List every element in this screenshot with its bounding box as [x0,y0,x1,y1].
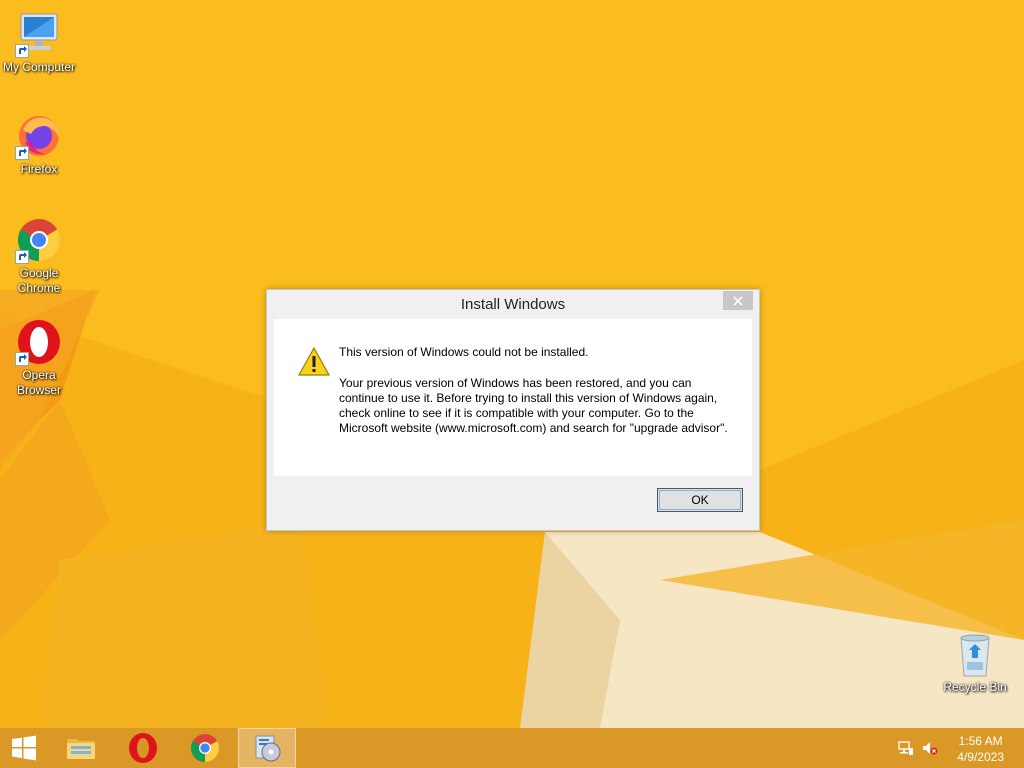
desktop-icon-label: Recycle Bin [943,680,1007,694]
opera-icon [129,733,157,763]
start-button[interactable] [0,728,48,768]
dialog-titlebar[interactable]: Install Windows [267,290,759,319]
clock-date: 4/9/2023 [957,750,1004,764]
desktop-icon-google-chrome[interactable]: Google Chrome [0,216,78,296]
shortcut-arrow-icon [15,146,29,160]
shortcut-arrow-icon [15,250,29,264]
setup-icon [255,735,281,762]
network-icon[interactable] [898,740,914,756]
taskbar: 1:56 AM 4/9/2023 [0,728,1024,768]
desktop-icon-label: Firefox [20,162,58,176]
ok-button[interactable]: OK [657,488,743,512]
desktop-icon-label: Google Chrome [17,266,61,295]
install-windows-dialog: Install Windows This version of Windows … [266,289,760,531]
main-instruction-text: This version of Windows could not be ins… [339,345,589,359]
volume-muted-icon[interactable] [922,740,938,756]
windows-logo-icon [12,735,36,761]
clock-time: 1:56 AM [958,734,1003,748]
desktop-icon-label: My Computer [2,60,76,74]
dialog-title: Install Windows [460,296,566,313]
desktop-icon-recycle-bin[interactable]: Recycle Bin [936,630,1014,695]
dialog-content: This version of Windows could not be ins… [274,319,752,476]
recycle-bin-icon [960,634,990,677]
close-icon [733,295,743,306]
folder-icon [67,739,95,759]
desktop-icon-my-computer[interactable]: My Computer [0,10,78,75]
warning-icon [298,347,330,376]
shortcut-arrow-icon [15,44,29,58]
desktop-icon-firefox[interactable]: Firefox [0,112,78,177]
taskbar-setup[interactable] [238,728,296,768]
detail-text: Your previous version of Windows has bee… [339,376,728,435]
dialog-footer: OK [274,476,752,523]
dialog-close-button[interactable] [723,291,753,310]
taskbar-opera[interactable] [114,728,172,768]
system-clock[interactable]: 1:56 AM 4/9/2023 [957,733,1004,765]
chrome-icon [190,734,220,762]
taskbar-file-explorer[interactable] [52,728,110,768]
desktop-icon-opera-browser[interactable]: Opera Browser [0,318,78,398]
taskbar-chrome[interactable] [176,728,234,768]
shortcut-arrow-icon [15,352,29,366]
desktop-icon-label: Opera Browser [16,368,61,397]
